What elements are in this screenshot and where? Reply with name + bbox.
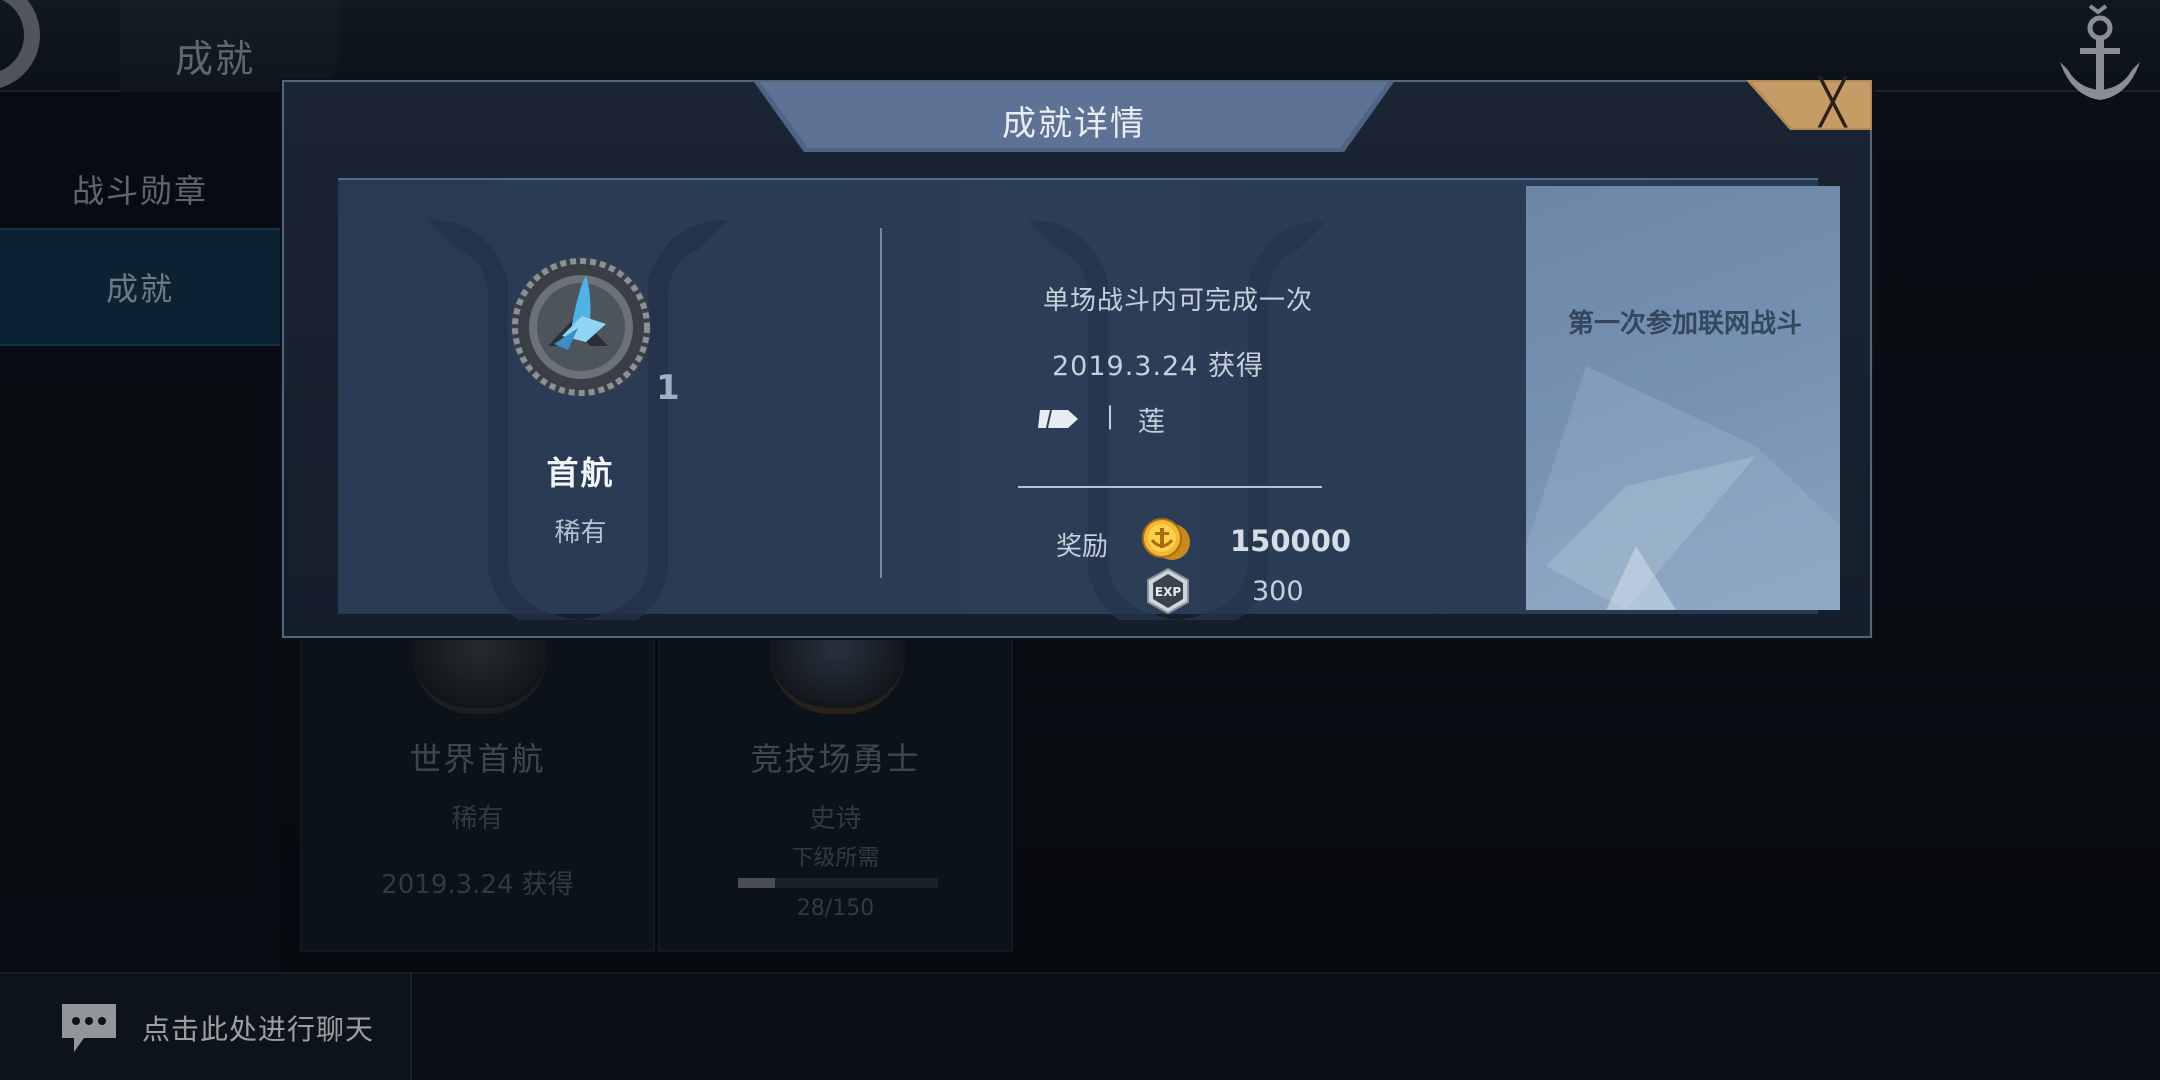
ship-tag-icon [1038, 410, 1078, 428]
ship-name: 莲 [1138, 407, 1165, 438]
svg-text:EXP: EXP [1155, 585, 1181, 599]
condition-panel: 第一次参加联网战斗 [1526, 186, 1840, 610]
achievement-date: 2019.3.24 获得 [1052, 351, 1264, 382]
close-icon: ╳ [1819, 77, 1847, 128]
screen: 成就 战斗勋章 成就 世界首航 稀有 2019.3.24 获得 竞技场勇士 史诗… [0, 0, 2160, 1080]
exp-icon: EXP [1147, 568, 1189, 614]
medal-count: 1 [656, 368, 680, 408]
reward-label: 奖励 [1056, 532, 1109, 562]
achievement-name: 首航 [546, 454, 615, 492]
achievement-rarity: 稀有 [554, 518, 607, 548]
close-button[interactable]: ╳ [1746, 77, 1872, 130]
anchor-coin-icon [1142, 518, 1190, 560]
exp-reward-value: 300 [1252, 576, 1304, 607]
achievement-description: 单场战斗内可完成一次 [1042, 286, 1313, 316]
coin-reward-value: 150000 [1230, 524, 1352, 558]
horizontal-divider [1018, 486, 1322, 488]
separator: | [1106, 402, 1115, 430]
dialog-title: 成就详情 [1002, 104, 1146, 144]
medal-icon [511, 257, 651, 397]
vertical-divider [880, 228, 882, 578]
achievement-detail-dialog: 成就详情 ╳ 1 首航 稀有 单场战斗内可完成一次 2019.3.24 获得 |… [282, 77, 1872, 638]
close-tab-shape [1746, 80, 1872, 130]
detail-content: 1 首航 稀有 单场战斗内可完成一次 2019.3.24 获得 | 莲 奖励 1… [338, 178, 1840, 620]
condition-text: 第一次参加联网战斗 [1568, 309, 1803, 339]
shard-decoration [1526, 366, 1840, 610]
